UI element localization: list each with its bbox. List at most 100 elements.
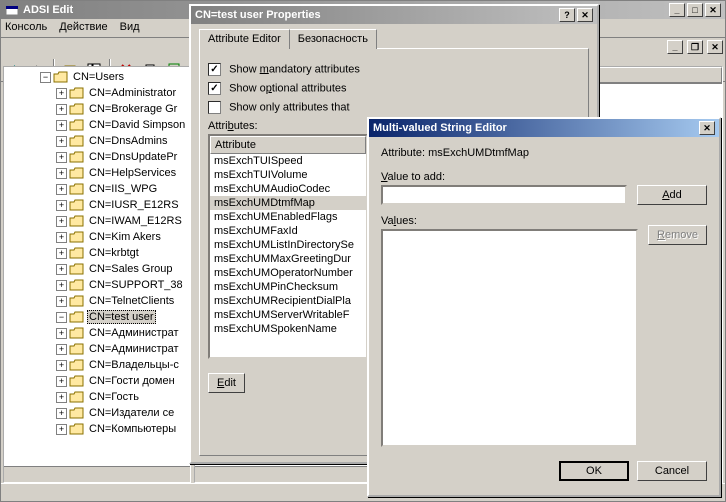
tree-item[interactable]: +CN=krbtgt	[4, 245, 190, 261]
check-mandatory[interactable]	[208, 63, 221, 76]
tree-item[interactable]: + CN=Издатели се	[4, 405, 190, 421]
attribute-item[interactable]: msExchUMSpokenName	[210, 322, 366, 336]
editor-title: Multi-valued String Editor	[373, 122, 507, 134]
menu-console[interactable]: Консоль	[5, 21, 47, 35]
tree-item[interactable]: +CN=HelpServices	[4, 165, 190, 181]
expand-icon[interactable]: +	[56, 248, 67, 259]
ok-button[interactable]: OK	[559, 461, 629, 481]
check-onlyvals-row: Show only attributes that	[208, 101, 580, 114]
expand-icon[interactable]: +	[56, 168, 67, 179]
expand-icon[interactable]: +	[56, 408, 67, 419]
tree-item[interactable]: +CN=Гости домен	[4, 373, 190, 389]
expand-icon[interactable]: −	[40, 72, 51, 83]
check-onlyvals[interactable]	[208, 101, 221, 114]
tree-item-label: CN=IIS_WPG	[87, 183, 159, 195]
expand-icon[interactable]: +	[56, 232, 67, 243]
expand-icon[interactable]: +	[56, 120, 67, 131]
tree-item[interactable]: +CN=Администрат	[4, 325, 190, 341]
tree-item-label: CN=Компьютеры	[87, 423, 178, 435]
expand-icon[interactable]: +	[56, 344, 67, 355]
check-onlyvals-label: Show only attributes that	[229, 101, 349, 113]
attribute-item[interactable]: msExchUMServerWritableF	[210, 308, 366, 322]
tree-item-label: CN=IWAM_E12RS	[87, 215, 184, 227]
expand-icon[interactable]: +	[56, 328, 67, 339]
editor-close-button[interactable]: ✕	[699, 121, 715, 135]
tree-item[interactable]: + CN=IUSR_E12RS	[4, 197, 190, 213]
maximize-button[interactable]: □	[687, 3, 703, 17]
tree-item-label: CN=DnsUpdatePr	[87, 151, 179, 163]
child-minimize-button[interactable]: _	[667, 40, 683, 54]
add-button[interactable]: Add	[637, 185, 707, 205]
tree-item-label: CN=TelnetClients	[87, 295, 176, 307]
attribute-listbox[interactable]: Attribute msExchTUISpeedmsExchTUIVolumem…	[208, 134, 368, 359]
attribute-item[interactable]: msExchUMRecipientDialPla	[210, 294, 366, 308]
tree-item[interactable]: + CN=IIS_WPG	[4, 181, 190, 197]
tree-item[interactable]: +CN=Kim Akers	[4, 229, 190, 245]
attribute-item[interactable]: msExchUMDtmfMap	[210, 196, 366, 210]
tree-item[interactable]: −CN=Users	[4, 69, 190, 85]
props-close-button[interactable]: ✕	[577, 8, 593, 22]
tree-scrollbar[interactable]	[4, 466, 190, 482]
tree-item[interactable]: +CN=Brokerage Gr	[4, 101, 190, 117]
tree-item[interactable]: +CN=Sales Group	[4, 261, 190, 277]
tree-item[interactable]: + CN=DnsUpdatePr	[4, 149, 190, 165]
tree-item-label: CN=Владельцы-с	[87, 359, 181, 371]
tree-item[interactable]: +CN=DnsAdmins	[4, 133, 190, 149]
attribute-item[interactable]: msExchTUIVolume	[210, 168, 366, 182]
tree-item-label: CN=IUSR_E12RS	[87, 199, 181, 211]
expand-icon[interactable]: +	[56, 200, 67, 211]
tree-item[interactable]: +CN=Administrator	[4, 85, 190, 101]
attribute-item[interactable]: msExchUMFaxId	[210, 224, 366, 238]
attribute-item[interactable]: msExchUMMaxGreetingDur	[210, 252, 366, 266]
expand-icon[interactable]: +	[56, 424, 67, 435]
attribute-item[interactable]: msExchUMPinChecksum	[210, 280, 366, 294]
tree-pane[interactable]: −CN=Users+CN=Administrator+CN=Brokerage …	[3, 66, 191, 483]
edit-button[interactable]: Edit	[208, 373, 245, 393]
attribute-item[interactable]: msExchUMOperatorNumber	[210, 266, 366, 280]
values-listbox[interactable]	[381, 229, 638, 447]
child-restore-button[interactable]: ❐	[687, 40, 703, 54]
expand-icon[interactable]: +	[56, 152, 67, 163]
tree-item[interactable]: + CN=Владельцы-с	[4, 357, 190, 373]
tree-item-label: CN=Издатели се	[87, 407, 176, 419]
tree-item[interactable]: + CN=IWAM_E12RS	[4, 213, 190, 229]
expand-icon[interactable]: +	[56, 88, 67, 99]
minimize-button[interactable]: _	[669, 3, 685, 17]
cancel-button[interactable]: Cancel	[637, 461, 707, 481]
expand-icon[interactable]: +	[56, 184, 67, 195]
tree-item[interactable]: + CN=Гость	[4, 389, 190, 405]
child-close-button[interactable]: ✕	[707, 40, 723, 54]
attr-col-head[interactable]: Attribute	[210, 136, 366, 154]
expand-icon[interactable]: +	[56, 296, 67, 307]
expand-icon[interactable]: +	[56, 136, 67, 147]
attribute-item[interactable]: msExchUMEnabledFlags	[210, 210, 366, 224]
menu-view[interactable]: Вид	[120, 21, 140, 35]
tab-attribute-editor[interactable]: Attribute Editor	[199, 29, 290, 49]
check-optional[interactable]	[208, 82, 221, 95]
tree-item[interactable]: + CN=TelnetClients	[4, 293, 190, 309]
attribute-item[interactable]: msExchUMAudioCodec	[210, 182, 366, 196]
expand-icon[interactable]: +	[56, 376, 67, 387]
expand-icon[interactable]: +	[56, 104, 67, 115]
expand-icon[interactable]: +	[56, 392, 67, 403]
tree-item[interactable]: −CN=test user	[4, 309, 190, 325]
remove-button[interactable]: Remove	[648, 225, 707, 245]
expand-icon[interactable]: +	[56, 360, 67, 371]
check-optional-row: Show optional attributes	[208, 82, 580, 95]
tree-item[interactable]: +CN=Администрат	[4, 341, 190, 357]
tree-item-label: CN=Гость	[87, 391, 141, 403]
menu-action[interactable]: Действие	[59, 21, 107, 35]
tab-security[interactable]: Безопасность	[289, 29, 377, 49]
tree-item[interactable]: +CN=David Simpson	[4, 117, 190, 133]
tree-item[interactable]: + CN=Компьютеры	[4, 421, 190, 437]
close-button[interactable]: ✕	[705, 3, 721, 17]
expand-icon[interactable]: +	[56, 280, 67, 291]
expand-icon[interactable]: +	[56, 264, 67, 275]
expand-icon[interactable]: −	[56, 312, 67, 323]
help-button[interactable]: ?	[559, 8, 575, 22]
attribute-item[interactable]: msExchTUISpeed	[210, 154, 366, 168]
value-input[interactable]	[381, 185, 627, 205]
tree-item[interactable]: +CN=SUPPORT_38	[4, 277, 190, 293]
expand-icon[interactable]: +	[56, 216, 67, 227]
attribute-item[interactable]: msExchUMListInDirectorySe	[210, 238, 366, 252]
